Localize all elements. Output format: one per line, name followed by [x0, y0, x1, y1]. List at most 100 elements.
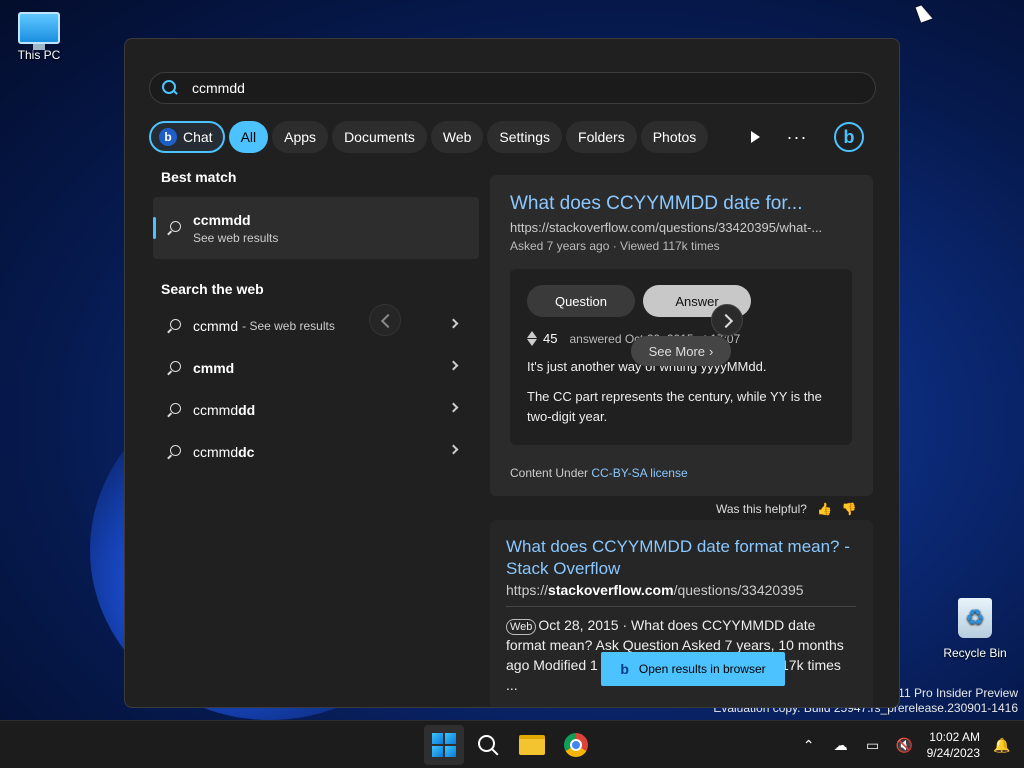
result-title-link[interactable]: What does CCYYMMDD date for...: [510, 193, 803, 215]
best-match-item[interactable]: ccmmdd See web results: [153, 197, 479, 259]
filter-settings[interactable]: Settings: [487, 121, 563, 153]
web-result-title[interactable]: What does CCYYMMDD date format mean? - S…: [506, 536, 866, 580]
filter-chat-label: Chat: [183, 129, 213, 145]
search-icon: [167, 319, 181, 333]
thumbs-down-icon[interactable]: 👎: [842, 502, 857, 516]
onedrive-icon[interactable]: ☁: [831, 735, 851, 755]
chevron-up-icon[interactable]: ⌃: [799, 735, 819, 755]
this-pc-label: This PC: [17, 48, 61, 62]
search-icon: [478, 735, 498, 755]
web-result-url[interactable]: https://stackoverflow.com/questions/3342…: [506, 582, 804, 598]
bing-icon[interactable]: b: [834, 122, 864, 152]
search-input[interactable]: [192, 80, 792, 96]
mouse-cursor-icon: [915, 3, 933, 23]
vote-count: 45: [543, 331, 558, 346]
search-web-title: Search the web: [161, 281, 264, 297]
web-suggestion[interactable]: ccmmd dd: [153, 389, 479, 431]
play-icon[interactable]: [751, 131, 760, 143]
file-explorer-button[interactable]: [512, 725, 552, 765]
taskbar: ⌃ ☁ ▭ 🔇 10:02 AM 9/24/2023 🔔: [0, 720, 1024, 768]
chrome-button[interactable]: [556, 725, 596, 765]
taskbar-search-button[interactable]: [468, 725, 508, 765]
suggestion-prefix: ccmmd: [193, 402, 239, 418]
filter-all[interactable]: All: [228, 121, 269, 153]
license-link[interactable]: CC-BY-SA license: [591, 466, 687, 480]
chevron-right-icon: [448, 402, 459, 413]
clock-time: 10:02 AM: [929, 730, 980, 744]
web-suggestion[interactable]: ccmmd - See web results: [153, 305, 479, 347]
carousel-prev-button[interactable]: [369, 304, 401, 336]
filter-apps[interactable]: Apps: [272, 121, 329, 153]
suggestion-prefix: ccmmd: [193, 318, 239, 334]
result-meta: Asked 7 years ago · Viewed 117k times: [510, 239, 720, 253]
monitor-icon: [18, 12, 60, 50]
filter-web[interactable]: Web: [430, 121, 484, 153]
suggestion-bold: dc: [238, 444, 255, 460]
suggestion-prefix: ccmmd: [193, 444, 239, 460]
system-tray: ⌃ ☁ ▭ 🔇 10:02 AM 9/24/2023 🔔: [799, 721, 1012, 768]
web-badge: Web: [506, 619, 537, 635]
license-prefix: Content Under: [510, 466, 592, 480]
suggestion-bold: cmmd: [193, 360, 235, 376]
start-button[interactable]: [424, 725, 464, 765]
web-suggestion[interactable]: cmmd: [153, 347, 479, 389]
chevron-right-icon: ›: [709, 343, 714, 359]
bing-chat-icon: b: [159, 128, 177, 146]
answer-card: What does CCYYMMDD date for... https://s…: [490, 175, 873, 496]
url-suffix: /questions/33420395: [673, 582, 804, 598]
thumbs-up-icon[interactable]: 👍: [817, 502, 832, 516]
helpful-label: Was this helpful?: [716, 502, 807, 516]
chevron-right-icon: [448, 360, 459, 371]
url-domain: stackoverflow.com: [548, 582, 674, 598]
chevron-right-icon: [448, 318, 459, 329]
suggestion-suffix: - See web results: [242, 319, 335, 333]
see-more-button[interactable]: See More ›: [631, 336, 731, 366]
filter-documents[interactable]: Documents: [332, 121, 427, 153]
search-panel: b Chat All Apps Documents Web Settings F…: [124, 38, 900, 708]
bing-icon: b: [620, 661, 629, 677]
recycle-bin-icon: ♻: [958, 598, 992, 638]
see-more-label: See More: [648, 343, 706, 359]
search-icon: [167, 361, 181, 375]
open-browser-label: Open results in browser: [638, 662, 766, 676]
tab-question[interactable]: Question: [527, 285, 635, 317]
clock-date: 9/24/2023: [926, 746, 980, 760]
filter-photos[interactable]: Photos: [640, 121, 709, 153]
carousel-next-button[interactable]: [711, 304, 743, 336]
chrome-icon: [564, 733, 588, 757]
network-icon[interactable]: ▭: [863, 735, 883, 755]
right-column: What does CCYYMMDD date for... https://s…: [490, 175, 873, 707]
suggestion-bold: dd: [238, 402, 256, 418]
best-match-title: Best match: [161, 169, 237, 185]
filter-chat[interactable]: b Chat: [149, 121, 225, 153]
windows-logo-icon: [432, 733, 456, 757]
top-actions: ··· b: [745, 121, 864, 153]
url-prefix: https://: [506, 582, 549, 598]
vote-arrows-icon: [527, 331, 537, 346]
watermark-line-1: s 11 Pro Insider Preview: [888, 686, 1018, 700]
left-column: Best match ccmmdd See web results Search…: [153, 169, 479, 473]
desktop-icon-recycle-bin[interactable]: ♻ Recycle Bin: [940, 596, 1010, 660]
result-url[interactable]: https://stackoverflow.com/questions/3342…: [510, 220, 822, 235]
helpful-row: Was this helpful? 👍 👎: [716, 502, 857, 516]
recycle-bin-label: Recycle Bin: [943, 646, 1007, 660]
clock[interactable]: 10:02 AM 9/24/2023: [927, 729, 980, 761]
search-icon: [167, 221, 181, 235]
notification-bell-icon[interactable]: 🔔: [992, 735, 1012, 755]
web-suggestion[interactable]: ccmmd dc: [153, 431, 479, 473]
taskbar-apps: [424, 725, 596, 765]
divider: [506, 606, 856, 607]
desktop-icon-this-pc[interactable]: This PC: [8, 10, 70, 62]
search-icon: [167, 403, 181, 417]
folder-icon: [519, 735, 545, 755]
filter-bar: b Chat All Apps Documents Web Settings F…: [149, 121, 709, 153]
license-line: Content Under CC-BY-SA license: [510, 466, 688, 480]
more-options-icon[interactable]: ···: [782, 127, 812, 148]
answer-paragraph-2: The CC part represents the century, whil…: [527, 389, 822, 424]
volume-muted-icon[interactable]: 🔇: [895, 735, 915, 755]
best-match-name: ccmmdd: [193, 211, 251, 228]
filter-folders[interactable]: Folders: [566, 121, 637, 153]
open-results-in-browser-button[interactable]: b Open results in browser: [601, 652, 785, 686]
search-icon: [167, 445, 181, 459]
search-box[interactable]: [149, 72, 876, 104]
